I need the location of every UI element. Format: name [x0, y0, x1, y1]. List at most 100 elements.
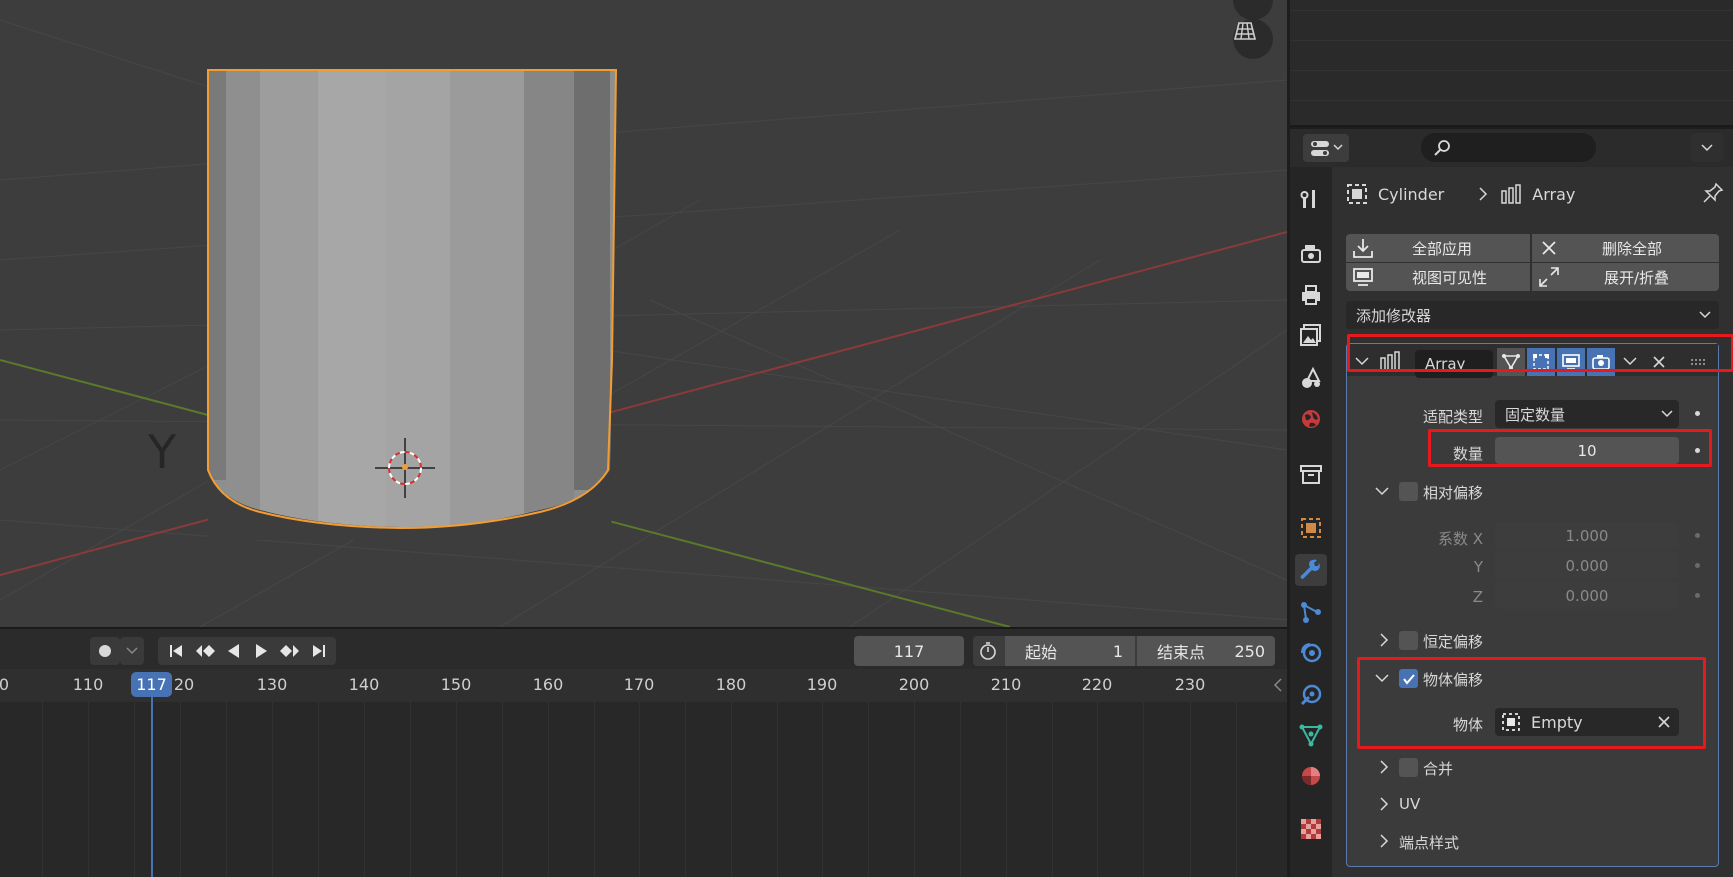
merge-checkbox[interactable]: [1399, 758, 1418, 777]
tab-output[interactable]: [1295, 279, 1327, 311]
highlight-box-object-offset: [1357, 657, 1706, 749]
apply-download-icon: [1353, 239, 1373, 258]
jump-to-start-icon[interactable]: [167, 642, 185, 660]
factor-y-field[interactable]: 0.000: [1495, 552, 1679, 579]
tick-label: 0: [0, 675, 10, 694]
jump-to-end-icon[interactable]: [310, 642, 328, 660]
factor-y-label: Y: [1473, 558, 1483, 576]
expand-chevron-right-icon[interactable]: [1377, 834, 1391, 848]
tab-constraints[interactable]: [1295, 679, 1327, 711]
chevron-right-icon: [1479, 187, 1488, 201]
cylinder-object[interactable]: [207, 69, 618, 540]
animate-property-dot[interactable]: [1695, 533, 1700, 538]
tab-collection[interactable]: [1295, 458, 1327, 490]
tab-particles[interactable]: [1295, 596, 1327, 628]
caps-section-label[interactable]: 端点样式: [1399, 832, 1459, 853]
tab-tool[interactable]: [1295, 182, 1327, 214]
playhead-marker[interactable]: 117: [131, 672, 172, 697]
relative-offset-label: 相对偏移: [1423, 484, 1484, 502]
tick-label: 220: [1081, 675, 1113, 694]
tab-material[interactable]: [1295, 760, 1327, 792]
start-frame-value: 1: [1112, 641, 1123, 661]
pin-button[interactable]: [1702, 182, 1724, 208]
render-camera-icon: [1301, 245, 1321, 263]
add-modifier-dropdown[interactable]: 添加修改器: [1346, 301, 1719, 329]
collapse-region-chevron[interactable]: [1273, 677, 1283, 697]
tab-physics[interactable]: [1295, 637, 1327, 669]
expand-chevron-right-icon[interactable]: [1377, 760, 1391, 774]
factor-x-field[interactable]: 1.000: [1495, 522, 1679, 549]
uv-section-label[interactable]: UV: [1399, 795, 1420, 813]
modifier-properties-panel: Cylinder Array 全部应用 删除全部 视图可见性 展开/折叠 添加修…: [1332, 167, 1733, 877]
preview-range-button[interactable]: [973, 636, 1003, 666]
playback-controls: [158, 637, 336, 665]
auto-keying-button[interactable]: [90, 637, 120, 665]
tick-label: 140: [348, 675, 380, 694]
tab-modifiers[interactable]: [1295, 554, 1327, 586]
tick-label: 170: [623, 675, 655, 694]
animate-property-dot[interactable]: [1695, 563, 1700, 568]
search-icon: [1434, 139, 1450, 156]
next-keyframe-icon[interactable]: [279, 642, 301, 660]
delete-all-button[interactable]: 删除全部: [1532, 234, 1719, 262]
playhead-line-ruler: [151, 697, 153, 702]
start-frame-label: 起始: [1025, 643, 1058, 662]
frame-range-group: 起始 1 结束点 250: [973, 636, 1275, 666]
start-frame-field[interactable]: 起始 1: [1005, 636, 1135, 666]
viewport-visibility-button[interactable]: 视图可见性: [1346, 263, 1530, 291]
previous-keyframe-icon[interactable]: [194, 642, 216, 660]
current-frame-field[interactable]: 117: [854, 636, 964, 666]
expand-collapse-button[interactable]: 展开/折叠: [1532, 263, 1719, 291]
properties-tabs: [1290, 167, 1332, 877]
tab-world[interactable]: [1295, 403, 1327, 435]
pin-icon: [1703, 182, 1724, 203]
fit-type-value: 固定数量: [1505, 405, 1566, 424]
end-frame-field[interactable]: 结束点 250: [1137, 636, 1275, 666]
timeline-header: 117 起始 1 结束点 250: [0, 627, 1287, 669]
animate-property-dot[interactable]: [1695, 411, 1700, 416]
fit-type-dropdown[interactable]: 固定数量: [1495, 400, 1679, 428]
keying-options-dropdown[interactable]: [120, 637, 144, 665]
tab-texture[interactable]: [1295, 813, 1327, 845]
factor-z-field[interactable]: 0.000: [1495, 582, 1679, 609]
chevron-down-icon: [1332, 144, 1343, 151]
expand-chevron-right-icon[interactable]: [1377, 633, 1391, 647]
constant-offset-checkbox[interactable]: [1399, 631, 1418, 650]
tick-label: 190: [806, 675, 838, 694]
apply-all-button[interactable]: 全部应用: [1346, 234, 1530, 262]
chevron-down-icon: [126, 647, 138, 655]
tick-label: 160: [532, 675, 564, 694]
tick-label: 200: [898, 675, 930, 694]
play-icon[interactable]: [252, 642, 270, 660]
timeline-body[interactable]: [0, 702, 1287, 877]
viewport-visibility-label: 视图可见性: [1412, 268, 1488, 287]
expand-chevron-down-icon[interactable]: [1375, 484, 1389, 498]
relative-offset-checkbox[interactable]: [1399, 482, 1418, 501]
wrench-icon: [1300, 559, 1320, 579]
expand-arrows-icon: [1539, 267, 1559, 287]
tab-view-layer[interactable]: [1295, 319, 1327, 351]
camera-icon: [1233, 0, 1255, 2]
constraints-icon: [1300, 684, 1322, 706]
play-reverse-icon[interactable]: [225, 642, 243, 660]
properties-options-dropdown[interactable]: [1691, 133, 1723, 162]
tab-object[interactable]: [1295, 512, 1327, 544]
timeline-ruler[interactable]: 0 110 20 130 140 150 160 170 180 190 200…: [0, 669, 1287, 702]
outliner-area[interactable]: [1290, 0, 1733, 127]
3d-viewport[interactable]: Y: [0, 0, 1287, 627]
tab-render[interactable]: [1295, 237, 1327, 269]
x-axis-line: [0, 231, 1287, 576]
tick-label: 110: [72, 675, 104, 694]
animate-property-dot[interactable]: [1695, 593, 1700, 598]
toggle-perspective-button[interactable]: [1233, 19, 1273, 59]
properties-header: [1290, 129, 1733, 167]
properties-search-input[interactable]: [1421, 133, 1596, 162]
current-frame-value: 117: [893, 641, 925, 661]
expand-chevron-right-icon[interactable]: [1377, 797, 1391, 811]
tab-scene[interactable]: [1295, 362, 1327, 394]
mesh-data-icon: [1299, 724, 1323, 747]
tick-label: 180: [715, 675, 747, 694]
tab-data[interactable]: [1295, 719, 1327, 751]
editor-type-dropdown[interactable]: [1303, 134, 1349, 162]
viewport-scene: [0, 19, 1287, 627]
